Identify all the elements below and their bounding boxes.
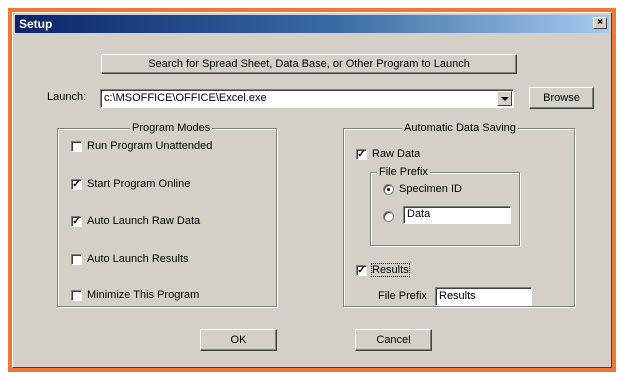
start-online-label: Start Program Online	[87, 178, 191, 190]
title-bar: Setup ×	[15, 15, 609, 33]
file-prefix-group-title: File Prefix	[377, 166, 430, 178]
close-icon: ×	[597, 17, 603, 28]
window-title: Setup	[19, 17, 53, 31]
program-modes-title: Program Modes	[130, 122, 213, 134]
launch-path-value: c:\MSOFFICE\OFFICE\Excel.exe	[104, 92, 267, 104]
radio-selected-icon	[383, 184, 394, 195]
results-file-prefix-value: Results	[439, 290, 476, 302]
ok-button-label: OK	[230, 334, 247, 346]
check-icon: ✓	[356, 265, 367, 276]
run-unattended-label: Run Program Unattended	[87, 140, 213, 152]
ok-button[interactable]: OK	[200, 329, 277, 351]
close-button[interactable]: ×	[593, 17, 607, 29]
checkbox-box	[71, 254, 82, 265]
auto-launch-raw-label: Auto Launch Raw Data	[87, 215, 201, 227]
results-file-prefix-input[interactable]: Results	[435, 287, 532, 306]
auto-saving-group: Automatic Data Saving ✓ Raw Data File Pr…	[343, 122, 575, 307]
setup-dialog: Setup × Search for Spread Sheet, Data Ba…	[12, 12, 612, 368]
custom-prefix-value: Data	[407, 208, 431, 220]
results-label: Results	[371, 263, 410, 277]
auto-launch-results-label: Auto Launch Results	[87, 253, 189, 265]
chevron-down-icon[interactable]	[497, 91, 512, 106]
custom-prefix-input[interactable]: Data	[403, 206, 511, 224]
check-icon: ✓	[71, 179, 82, 190]
program-modes-group: Program Modes Run Program Unattended ✓ S…	[57, 122, 277, 307]
search-program-button-label: Search for Spread Sheet, Data Base, or O…	[148, 58, 470, 70]
browse-button[interactable]: Browse	[529, 87, 594, 109]
specimen-id-label: Specimen ID	[399, 183, 462, 195]
launch-label: Launch:	[47, 91, 87, 103]
auto-saving-title: Automatic Data Saving	[402, 122, 518, 134]
search-program-button[interactable]: Search for Spread Sheet, Data Base, or O…	[101, 54, 517, 74]
browse-button-label: Browse	[543, 92, 580, 104]
cancel-button-label: Cancel	[376, 334, 411, 346]
radio-unselected-icon	[383, 211, 394, 222]
check-icon: ✓	[71, 216, 82, 227]
results-file-prefix-label: File Prefix	[378, 290, 427, 302]
checkbox-box	[71, 141, 82, 152]
checkbox-box	[71, 290, 82, 301]
raw-data-label: Raw Data	[372, 148, 421, 160]
minimize-label: Minimize This Program	[87, 289, 200, 301]
file-prefix-group: File Prefix Specimen ID Data	[370, 166, 520, 246]
cancel-button[interactable]: Cancel	[355, 329, 432, 351]
launch-path-combobox[interactable]: c:\MSOFFICE\OFFICE\Excel.exe	[100, 89, 514, 108]
check-icon: ✓	[356, 149, 367, 160]
